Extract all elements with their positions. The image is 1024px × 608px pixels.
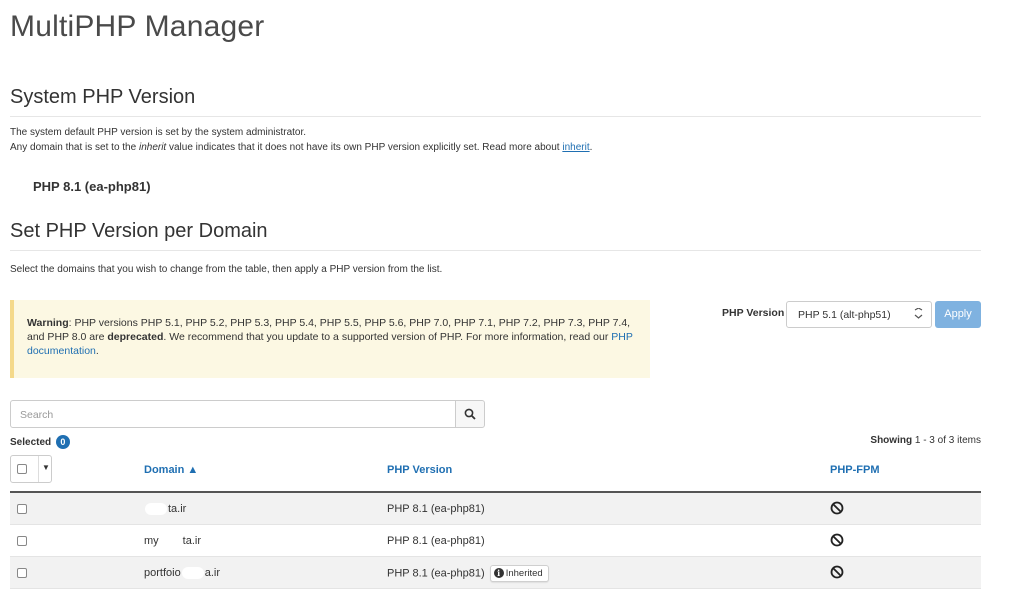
table-row: ta.ir PHP 8.1 (ea-php81) xyxy=(10,493,981,525)
showing-prefix: Showing xyxy=(870,435,915,446)
chevron-down-icon xyxy=(914,307,923,323)
row-checkbox[interactable] xyxy=(17,504,27,514)
php-version-cell: PHP 8.1 (ea-php81) xyxy=(387,535,485,547)
selected-count: Selected 0 xyxy=(10,435,70,449)
table-row: my ta.ir PHP 8.1 (ea-php81) xyxy=(10,525,981,557)
system-desc-line2: Any domain that is set to the inherit va… xyxy=(10,140,592,155)
ban-icon xyxy=(830,533,844,552)
apply-button[interactable]: Apply xyxy=(935,301,981,328)
domain-text: my xyxy=(144,535,159,547)
search-icon xyxy=(464,408,476,420)
php-version-label: PHP Version xyxy=(722,307,785,319)
redaction xyxy=(145,503,167,516)
info-icon: i xyxy=(493,568,504,579)
domain-cell[interactable]: my ta.ir xyxy=(144,535,202,548)
search-input[interactable]: Search xyxy=(10,400,456,428)
column-header-php-fpm[interactable]: PHP-FPM xyxy=(830,464,880,476)
domain-cell[interactable]: portfoio a.ir xyxy=(144,567,220,580)
domain-section-title: Set PHP Version per Domain xyxy=(10,220,268,242)
table-row: portfoio a.ir PHP 8.1 (ea-php81) i Inherit… xyxy=(10,557,981,589)
select-all-checkbox[interactable] xyxy=(17,464,27,474)
current-php-version: PHP 8.1 (ea-php81) xyxy=(33,179,151,194)
column-header-domain[interactable]: Domain ▲ xyxy=(144,464,198,476)
pagination-info: Showing 1 - 3 of 3 items xyxy=(870,435,981,446)
search-button[interactable] xyxy=(455,400,485,428)
warning-label: Warning xyxy=(27,317,69,329)
desc-text: . xyxy=(589,142,593,153)
inherited-label: Inherited xyxy=(505,568,543,579)
php-version-text: PHP 8.1 (ea-php81) xyxy=(387,567,485,580)
divider xyxy=(10,250,981,251)
warning-text: . We recommend that you update to a supp… xyxy=(163,331,612,343)
php-version-selected: PHP 5.1 (alt-php51) xyxy=(798,309,891,321)
inherited-badge[interactable]: i Inherited xyxy=(489,565,549,582)
domain-text: a.ir xyxy=(204,567,220,579)
php-version-cell: PHP 8.1 (ea-php81) i Inherited xyxy=(387,565,549,582)
warning-text: . xyxy=(95,345,99,357)
selected-badge: 0 xyxy=(55,435,70,449)
system-desc-line1: The system default PHP version is set by… xyxy=(10,127,307,138)
desc-text: Any domain that is set to the xyxy=(10,142,139,153)
desc-text: value indicates that it does not have it… xyxy=(166,142,563,153)
deprecation-warning: Warning: PHP versions PHP 5.1, PHP 5.2, … xyxy=(10,300,650,378)
divider xyxy=(38,456,39,482)
showing-range: 1 - 3 of 3 xyxy=(914,435,955,446)
domain-text: ta.ir xyxy=(168,503,187,515)
inherit-link[interactable]: inherit xyxy=(562,142,589,153)
divider xyxy=(10,116,981,117)
warning-deprecated: deprecated xyxy=(107,331,164,343)
php-version-select[interactable]: PHP 5.1 (alt-php51) xyxy=(786,301,932,328)
redaction xyxy=(159,535,182,548)
domain-text: ta.ir xyxy=(182,535,202,547)
system-php-title: System PHP Version xyxy=(10,86,196,108)
php-version-cell: PHP 8.1 (ea-php81) xyxy=(387,503,485,515)
ban-icon xyxy=(830,501,844,520)
caret-down-icon[interactable]: ▼ xyxy=(42,463,50,472)
ban-icon xyxy=(830,565,844,584)
desc-em: inherit xyxy=(138,142,167,153)
showing-suffix: items xyxy=(954,435,981,446)
column-header-php-version[interactable]: PHP Version xyxy=(387,464,452,476)
row-checkbox[interactable] xyxy=(17,536,27,546)
redaction xyxy=(181,567,204,580)
bulk-select[interactable]: ▼ xyxy=(10,455,52,483)
row-checkbox[interactable] xyxy=(17,568,27,578)
page-title: MultiPHP Manager xyxy=(10,10,265,43)
domain-cell[interactable]: ta.ir xyxy=(144,503,187,516)
domain-text: portfoio xyxy=(144,567,181,579)
system-desc: The system default PHP version is set by… xyxy=(10,125,592,155)
domain-desc: Select the domains that you wish to chan… xyxy=(10,264,443,275)
selected-label: Selected xyxy=(10,437,52,448)
